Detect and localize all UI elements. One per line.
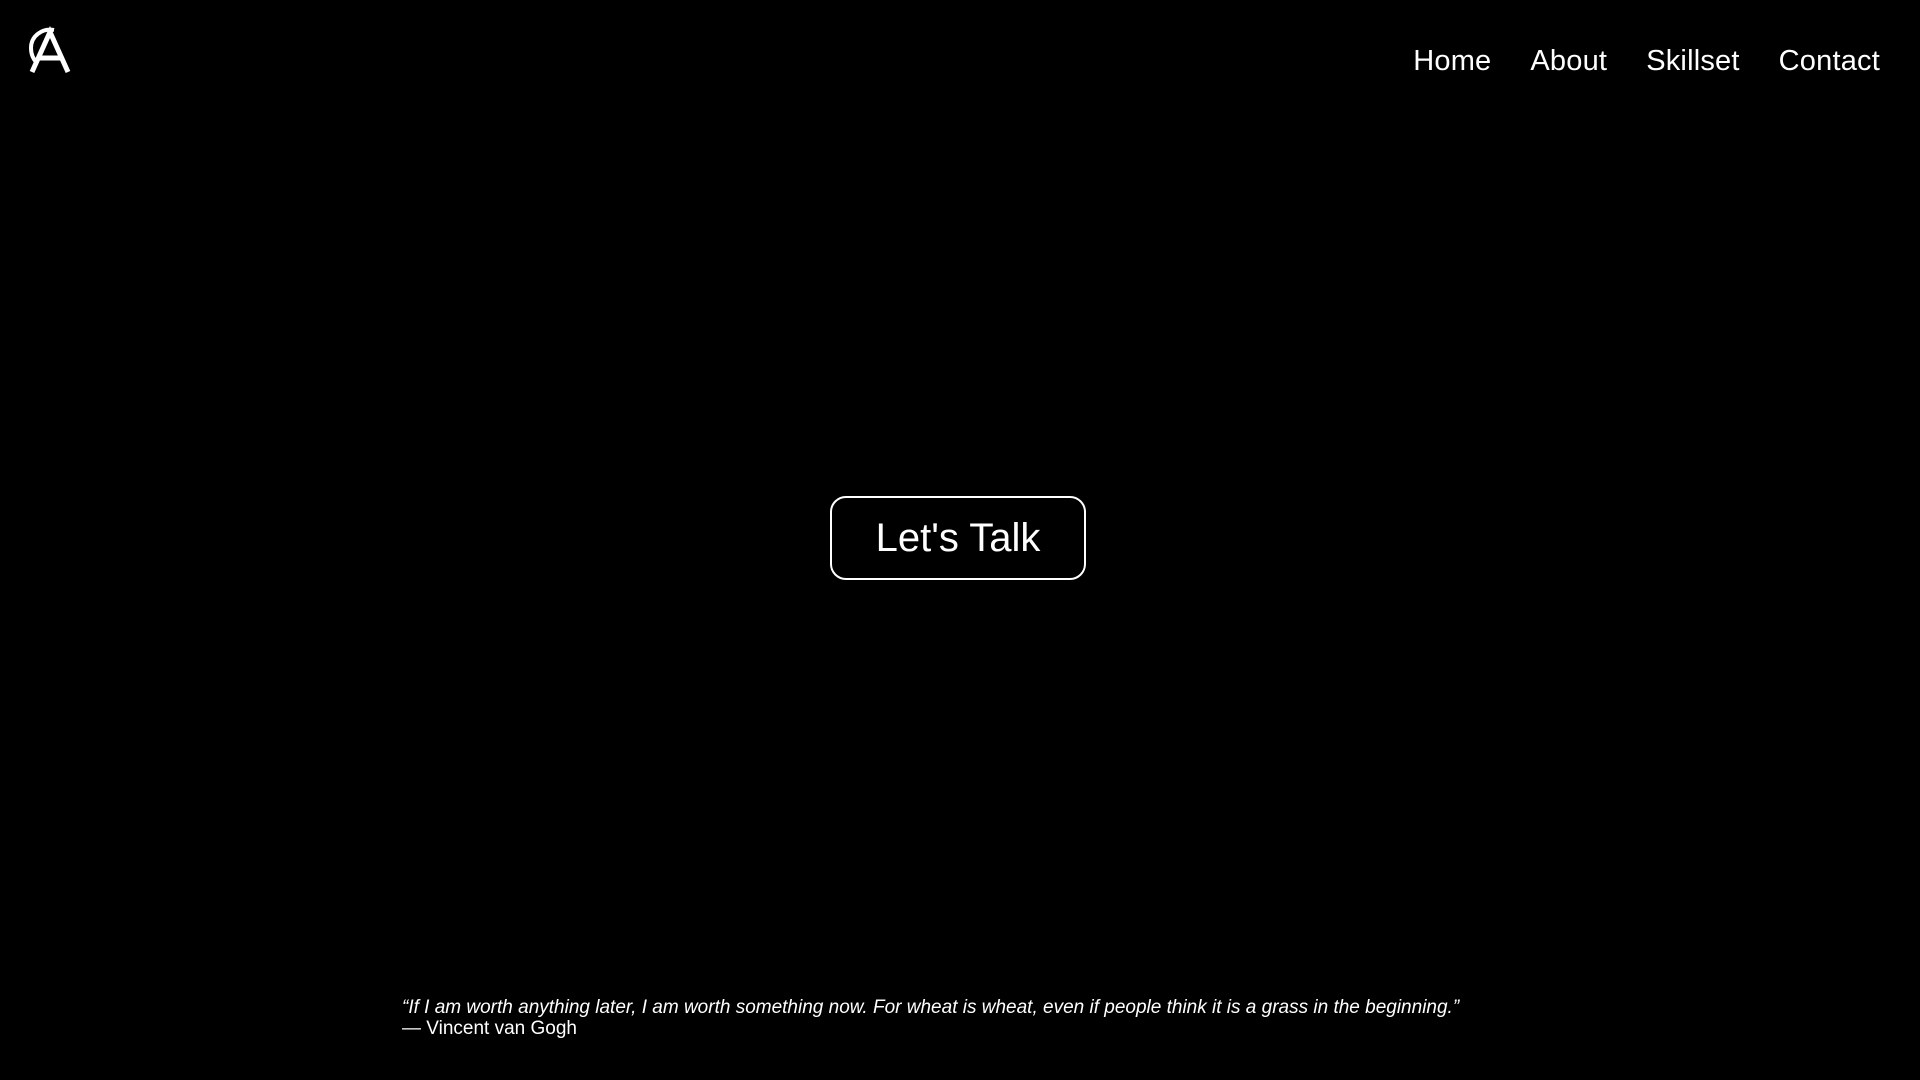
page: Home About Skillset Contact Let's Talk “… xyxy=(0,0,1920,1080)
main-navigation: Home About Skillset Contact xyxy=(1413,42,1880,80)
quote-author: — Vincent van Gogh xyxy=(402,1018,577,1039)
lets-talk-button[interactable]: Let's Talk xyxy=(830,496,1086,580)
nav-link-about[interactable]: About xyxy=(1530,42,1607,80)
logo-svg xyxy=(28,26,71,74)
quote-block: “If I am worth anything later, I am wort… xyxy=(402,997,1562,1039)
nav-link-skillset[interactable]: Skillset xyxy=(1646,42,1739,80)
nav-link-home[interactable]: Home xyxy=(1413,42,1491,80)
nav-link-contact[interactable]: Contact xyxy=(1779,42,1880,80)
a-monogram-logo-icon[interactable] xyxy=(28,26,72,74)
quote-text: “If I am worth anything later, I am wort… xyxy=(402,997,1460,1018)
